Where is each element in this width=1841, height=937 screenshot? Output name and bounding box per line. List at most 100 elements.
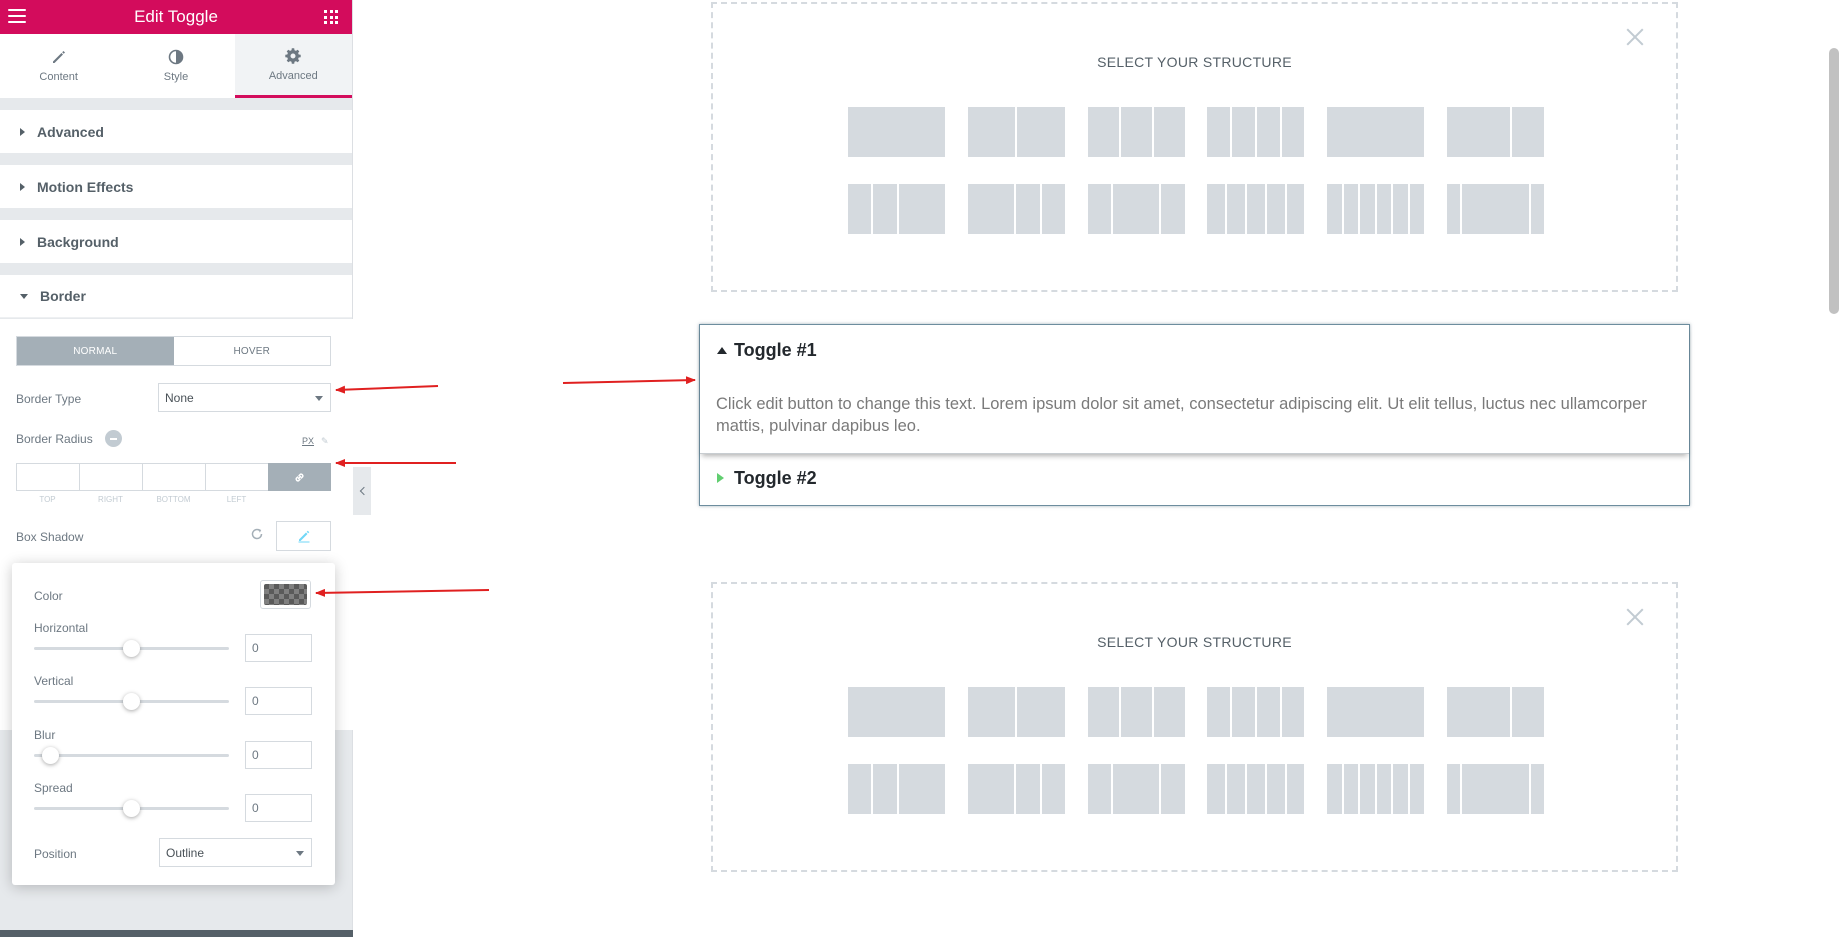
- structure-preset[interactable]: [1327, 687, 1425, 737]
- unit-selector[interactable]: PX: [302, 436, 314, 446]
- section-label: Border: [40, 288, 86, 304]
- tab-style[interactable]: Style: [117, 34, 234, 98]
- toggle-widget[interactable]: Toggle #1 Click edit button to change th…: [699, 324, 1690, 506]
- section-background[interactable]: Background: [0, 220, 352, 263]
- border-controls: NORMAL HOVER Border Type None Border Rad…: [0, 319, 353, 555]
- preset-row: [848, 687, 1544, 737]
- section-label: Background: [37, 233, 119, 250]
- toggle-1-title[interactable]: Toggle #1: [734, 340, 817, 361]
- radius-bottom-input[interactable]: [142, 463, 205, 491]
- structure-selector: SELECT YOUR STRUCTURE: [711, 2, 1678, 292]
- caret-right-icon: [20, 182, 25, 191]
- dim-label-right: RIGHT: [98, 495, 123, 504]
- dim-label-bottom: BOTTOM: [156, 495, 191, 504]
- structure-preset[interactable]: [848, 687, 945, 737]
- structure-preset[interactable]: [1327, 184, 1425, 234]
- spread-slider[interactable]: [34, 800, 229, 817]
- vertical-label: Vertical: [34, 674, 74, 688]
- section-border[interactable]: Border: [0, 275, 352, 318]
- structure-preset[interactable]: [1087, 764, 1185, 814]
- radius-top-input[interactable]: [16, 463, 79, 491]
- chevron-down-icon: [296, 850, 304, 856]
- vertical-input[interactable]: 0: [245, 687, 312, 715]
- toggle-item-1: Toggle #1 Click edit button to change th…: [700, 325, 1689, 454]
- structure-title: SELECT YOUR STRUCTURE: [1097, 634, 1292, 650]
- structure-preset[interactable]: [1087, 687, 1185, 737]
- structure-preset[interactable]: [967, 687, 1065, 737]
- unit-edit-icon: ✎: [321, 436, 329, 446]
- structure-preset[interactable]: [848, 107, 945, 157]
- structure-preset[interactable]: [1446, 687, 1544, 737]
- structure-preset[interactable]: [1087, 107, 1185, 157]
- color-label: Color: [34, 589, 63, 603]
- box-shadow-edit-button[interactable]: [276, 521, 331, 551]
- structure-preset[interactable]: [1327, 764, 1425, 814]
- horizontal-slider[interactable]: [34, 640, 229, 657]
- caret-right-icon[interactable]: [717, 473, 724, 483]
- structure-preset[interactable]: [1207, 107, 1305, 157]
- structure-preset[interactable]: [848, 184, 945, 234]
- box-shadow-popover: Color Horizontal 0 Vertical 0 Blur 0 Spr…: [12, 563, 335, 885]
- blur-slider[interactable]: [34, 747, 229, 764]
- border-type-value: None: [165, 390, 194, 405]
- position-select[interactable]: Outline: [159, 838, 312, 867]
- panel-header: Edit Toggle: [0, 0, 352, 34]
- spread-input[interactable]: 0: [245, 794, 312, 822]
- color-swatch[interactable]: [260, 580, 311, 609]
- responsive-icon[interactable]: [105, 430, 122, 447]
- structure-preset[interactable]: [1446, 764, 1544, 814]
- horizontal-input[interactable]: 0: [245, 634, 312, 662]
- state-tab-hover[interactable]: HOVER: [174, 337, 331, 365]
- pencil-icon: [52, 51, 65, 63]
- position-value: Outline: [166, 845, 205, 860]
- reset-icon[interactable]: [250, 527, 264, 541]
- link-values-button[interactable]: [268, 463, 331, 491]
- half-circle-icon: [168, 49, 184, 65]
- structure-preset[interactable]: [1446, 184, 1544, 234]
- structure-preset[interactable]: [848, 764, 945, 814]
- section-advanced[interactable]: Advanced: [0, 110, 352, 153]
- close-icon[interactable]: [1626, 28, 1644, 46]
- close-icon[interactable]: [1626, 608, 1644, 626]
- horizontal-slider-handle[interactable]: [122, 640, 140, 657]
- section-motion-effects[interactable]: Motion Effects: [0, 165, 352, 208]
- pencil-icon: [298, 530, 309, 543]
- structure-preset[interactable]: [1327, 107, 1425, 157]
- dim-label-top: TOP: [39, 495, 56, 504]
- section-label: Motion Effects: [37, 178, 134, 195]
- collapse-panel-handle[interactable]: [353, 467, 371, 515]
- position-label: Position: [34, 847, 77, 861]
- state-tab-normal[interactable]: NORMAL: [17, 337, 174, 365]
- structure-preset[interactable]: [1207, 764, 1305, 814]
- structure-title: SELECT YOUR STRUCTURE: [1097, 54, 1292, 70]
- caret-right-icon: [20, 237, 25, 246]
- caret-down-icon: [20, 293, 28, 299]
- structure-preset[interactable]: [1207, 687, 1305, 737]
- border-type-label: Border Type: [16, 392, 82, 406]
- structure-preset[interactable]: [1446, 107, 1544, 157]
- structure-preset[interactable]: [967, 764, 1065, 814]
- structure-preset[interactable]: [967, 107, 1065, 157]
- radius-left-input[interactable]: [205, 463, 268, 491]
- toggle-2-title[interactable]: Toggle #2: [734, 468, 817, 489]
- structure-preset[interactable]: [1087, 184, 1185, 234]
- structure-preset[interactable]: [967, 184, 1065, 234]
- blur-slider-handle[interactable]: [42, 747, 59, 764]
- vertical-slider[interactable]: [34, 693, 229, 710]
- structure-preset[interactable]: [1207, 184, 1305, 234]
- spread-label: Spread: [34, 781, 73, 795]
- blur-input[interactable]: 0: [245, 741, 312, 769]
- border-type-select[interactable]: None: [158, 383, 331, 412]
- tab-advanced[interactable]: Advanced: [234, 34, 352, 98]
- tab-content[interactable]: Content: [0, 34, 117, 98]
- structure-selector: SELECT YOUR STRUCTURE: [711, 582, 1678, 872]
- chevron-down-icon: [315, 395, 323, 401]
- page-scrollbar[interactable]: [1829, 48, 1839, 314]
- caret-up-icon[interactable]: [717, 347, 727, 354]
- spread-slider-handle[interactable]: [122, 800, 140, 817]
- radius-right-input[interactable]: [79, 463, 142, 491]
- menu-icon[interactable]: [8, 9, 26, 23]
- widgets-grid-icon[interactable]: [324, 10, 338, 24]
- vertical-slider-handle[interactable]: [122, 693, 140, 710]
- link-icon: [295, 472, 304, 482]
